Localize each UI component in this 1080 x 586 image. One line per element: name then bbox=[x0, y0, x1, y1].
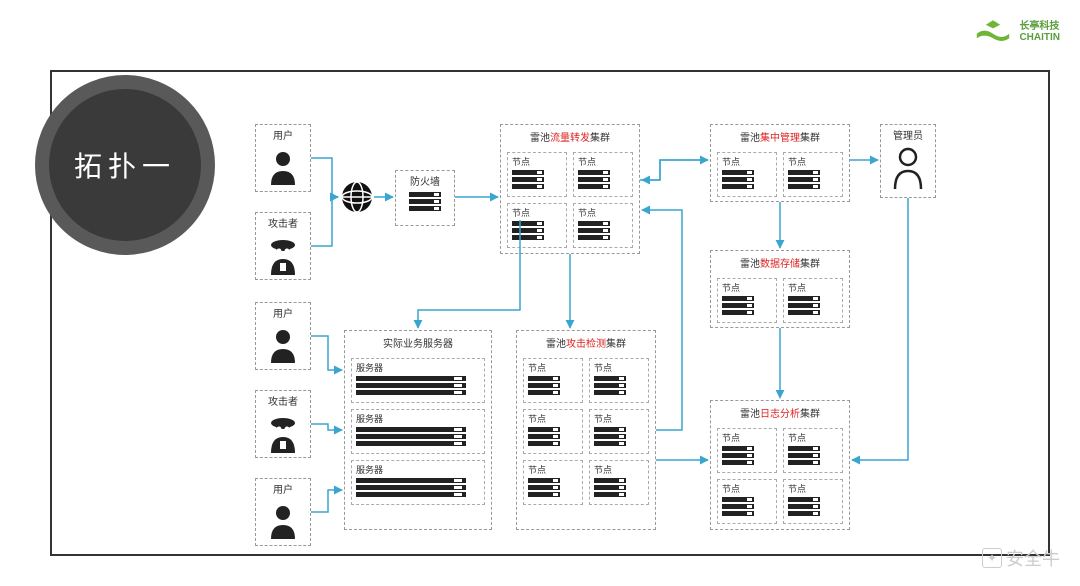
cluster-node: 节点 bbox=[523, 409, 583, 454]
cluster-biz-servers: 实际业务服务器 服务器 服务器 服务器 bbox=[344, 330, 492, 530]
cluster-node: 节点 bbox=[717, 428, 777, 473]
actor-user-2: 用户 bbox=[255, 302, 311, 370]
cluster-node: 节点 bbox=[589, 460, 649, 505]
actor-user-3: 用户 bbox=[255, 478, 311, 546]
cluster-node: 节点 bbox=[589, 409, 649, 454]
cluster-node: 节点 bbox=[717, 479, 777, 524]
cluster-node: 节点 bbox=[523, 358, 583, 403]
attacker-icon bbox=[256, 410, 310, 456]
cluster-storage: 雷池数据存储集群 节点 节点 bbox=[710, 250, 850, 328]
cluster-title: 雷池数据存储集群 bbox=[711, 251, 849, 274]
server-icon bbox=[396, 190, 454, 216]
actor-admin: 管理员 bbox=[880, 124, 936, 198]
diagram-title: 拓扑一 bbox=[74, 145, 176, 185]
chaitin-logo-icon bbox=[975, 20, 1011, 44]
cluster-node: 节点 bbox=[573, 203, 633, 248]
cluster-node: 节点 bbox=[717, 278, 777, 323]
cluster-title: 实际业务服务器 bbox=[345, 331, 491, 354]
cluster-node: 节点 bbox=[717, 152, 777, 197]
firewall-box: 防火墙 bbox=[395, 170, 455, 226]
cluster-node: 节点 bbox=[507, 152, 567, 197]
server-node: 服务器 bbox=[351, 460, 485, 505]
cluster-title: 雷池攻击检测集群 bbox=[517, 331, 655, 354]
cluster-title: 雷池集中管理集群 bbox=[711, 125, 849, 148]
cluster-mgmt: 雷池集中管理集群 节点 节点 bbox=[710, 124, 850, 202]
cluster-traffic: 雷池流量转发集群 节点 节点 节点 节点 bbox=[500, 124, 640, 254]
brand-name-cn: 长亭科技 bbox=[1019, 21, 1060, 32]
server-node: 服务器 bbox=[351, 409, 485, 454]
title-badge: 拓扑一 bbox=[35, 75, 215, 255]
cluster-node: 节点 bbox=[783, 152, 843, 197]
cluster-log: 雷池日志分析集群 节点 节点 节点 节点 bbox=[710, 400, 850, 530]
user-icon bbox=[256, 498, 310, 544]
actor-user-1: 用户 bbox=[255, 124, 311, 192]
cluster-node: 节点 bbox=[573, 152, 633, 197]
watermark: ✦ 安全牛 bbox=[982, 545, 1060, 571]
cluster-node: 节点 bbox=[783, 428, 843, 473]
brand-name-en: CHAITIN bbox=[1019, 32, 1060, 43]
cluster-node: 节点 bbox=[523, 460, 583, 505]
user-icon bbox=[256, 322, 310, 368]
cluster-node: 节点 bbox=[783, 278, 843, 323]
server-node: 服务器 bbox=[351, 358, 485, 403]
actor-attacker-2: 攻击者 bbox=[255, 390, 311, 458]
cluster-title: 雷池日志分析集群 bbox=[711, 401, 849, 424]
brand-logo-area: 长亭科技 CHAITIN bbox=[975, 20, 1060, 44]
cluster-title: 雷池流量转发集群 bbox=[501, 125, 639, 148]
cluster-node: 节点 bbox=[783, 479, 843, 524]
cluster-detect: 雷池攻击检测集群 节点 节点 节点 节点 节点 节点 bbox=[516, 330, 656, 530]
cluster-node: 节点 bbox=[589, 358, 649, 403]
admin-icon bbox=[881, 144, 935, 190]
user-icon bbox=[256, 144, 310, 190]
actor-attacker-1: 攻击者 bbox=[255, 212, 311, 280]
cluster-node: 节点 bbox=[507, 203, 567, 248]
wechat-icon: ✦ bbox=[982, 548, 1002, 568]
globe-icon bbox=[340, 180, 374, 219]
attacker-icon bbox=[256, 232, 310, 278]
